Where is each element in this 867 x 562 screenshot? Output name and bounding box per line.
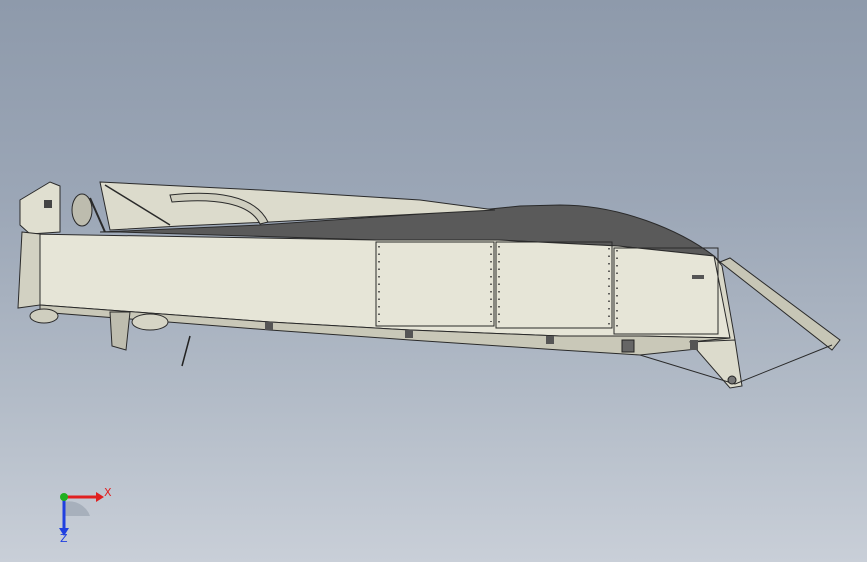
x-axis-label: X (104, 486, 112, 499)
keel-bracket-2 (405, 330, 413, 338)
keel-bracket-5 (690, 340, 698, 350)
ramp-cable-lower (734, 344, 833, 385)
rudder (109, 311, 131, 351)
stern-post (17, 231, 41, 309)
stern-fan (71, 193, 93, 227)
antenna (181, 335, 191, 367)
keel-bracket-1 (265, 322, 273, 330)
thruster-pod (131, 313, 169, 331)
3d-model-view[interactable] (0, 0, 867, 562)
graphics-viewport[interactable]: X Z (0, 0, 867, 562)
triad-shadow (64, 501, 90, 516)
y-axis-dot (60, 493, 68, 501)
stern-window (44, 200, 52, 208)
keel-bracket-3 (546, 336, 554, 344)
underside-pod (29, 308, 59, 324)
axis-triad: X Z (40, 480, 120, 550)
x-axis-arrow (96, 492, 104, 502)
bow-pivot (727, 375, 737, 385)
keel-bracket-4 (621, 339, 635, 353)
stern-block (19, 181, 61, 235)
front-ramp (719, 257, 841, 351)
z-axis-label: Z (60, 532, 68, 545)
fan-strut (89, 197, 106, 233)
hull-port (692, 275, 704, 279)
